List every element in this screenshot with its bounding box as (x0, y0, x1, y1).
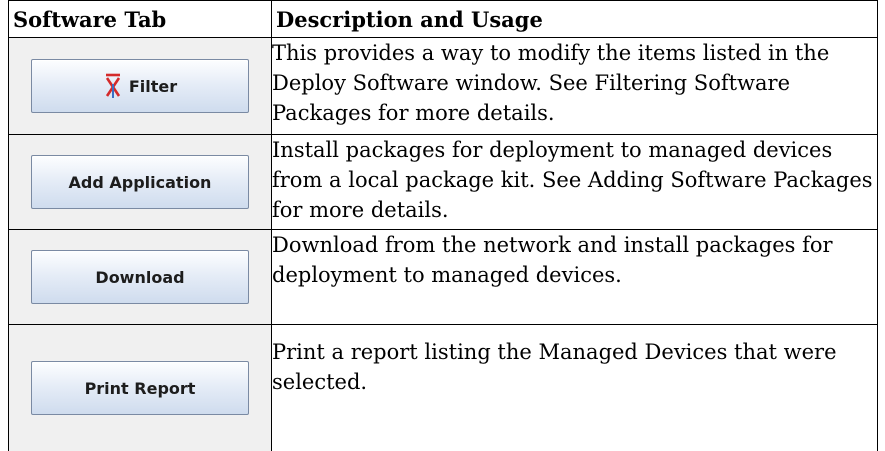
add-application-button-label: Add Application (69, 173, 212, 192)
filter-description: This provides a way to modify the items … (272, 38, 878, 135)
button-cell: Filter (9, 38, 272, 135)
table-row: Filter This provides a way to modify the… (9, 38, 878, 135)
button-cell: Print Report (9, 325, 272, 451)
print-report-description: Print a report listing the Managed Devic… (272, 325, 878, 451)
table-row: Add Application Install packages for dep… (9, 135, 878, 230)
header-description-usage: Description and Usage (272, 1, 878, 38)
filter-icon (103, 72, 123, 100)
download-description: Download from the network and install pa… (272, 230, 878, 325)
software-tab-table: Software Tab Description and Usage Filte… (8, 0, 878, 451)
table-row: Download Download from the network and i… (9, 230, 878, 325)
button-cell: Download (9, 230, 272, 325)
add-application-button[interactable]: Add Application (31, 155, 249, 209)
filter-button-label: Filter (129, 77, 177, 96)
header-software-tab: Software Tab (9, 1, 272, 38)
filter-button[interactable]: Filter (31, 59, 249, 113)
button-cell: Add Application (9, 135, 272, 230)
download-button-label: Download (95, 268, 184, 287)
table-row: Print Report Print a report listing the … (9, 325, 878, 451)
print-report-button-label: Print Report (85, 379, 196, 398)
print-report-button[interactable]: Print Report (31, 361, 249, 415)
download-button[interactable]: Download (31, 250, 249, 304)
add-application-description: Install packages for deployment to manag… (272, 135, 878, 230)
